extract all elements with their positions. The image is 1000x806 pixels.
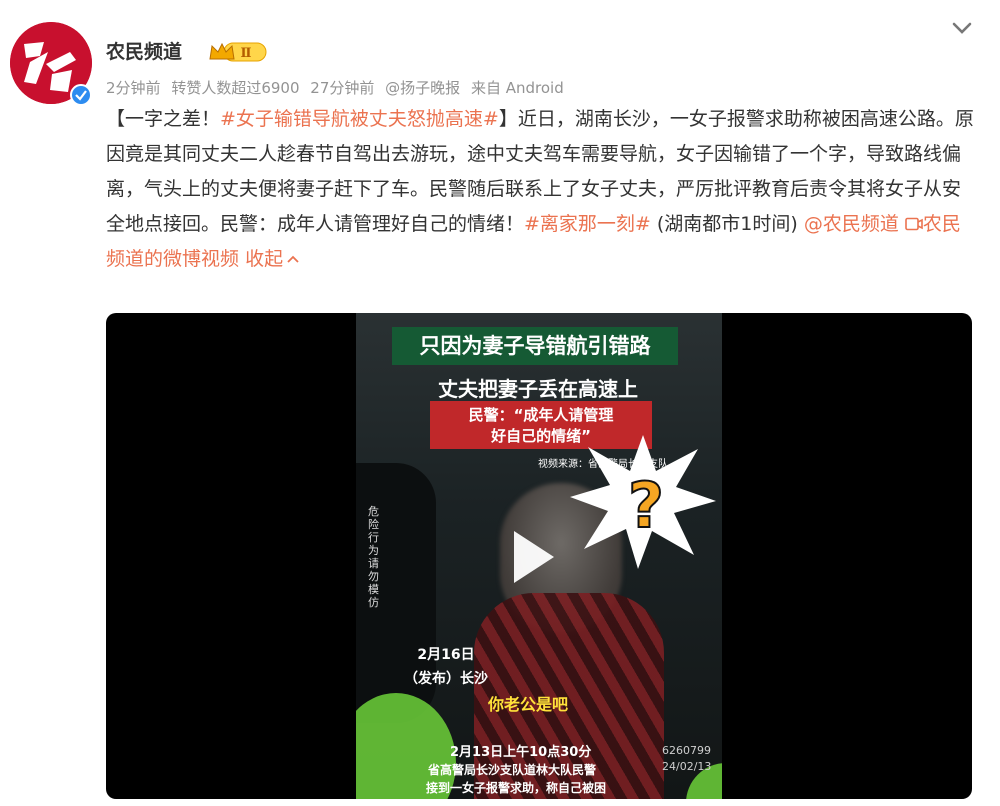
source-note: (湖南都市1时间)	[650, 213, 804, 235]
orig-author[interactable]: @扬子晚报	[385, 79, 460, 97]
question-burst-icon: ?	[570, 435, 716, 569]
stamp-line-2: 24/02/13	[662, 760, 712, 773]
warning-side-text: 危险行为 请勿模仿	[368, 505, 379, 609]
topic-link-2[interactable]: #离家那一刻#	[524, 213, 651, 235]
video-date-location: 2月16日 （发布）长沙	[404, 643, 488, 691]
collapse-link[interactable]: 收起	[245, 248, 300, 270]
chevron-down-icon[interactable]	[948, 14, 976, 42]
stamp-line-1: 6260799	[662, 744, 711, 757]
video-location: （发布）长沙	[404, 671, 488, 687]
caption-3-line-1: 民警：“成年人请管理	[468, 406, 614, 424]
subtitle-line-2: 省高警局长沙支队道林大队民警	[428, 763, 597, 777]
collapse-label: 收起	[245, 248, 284, 270]
play-icon[interactable]	[514, 531, 554, 583]
video-timestamp: 6260799 24/02/13	[662, 743, 711, 775]
video-player[interactable]: 危险行为 请勿模仿 只因为妻子导错航引错路 丈夫把妻子丢在高速上 民警：“成年人…	[106, 313, 972, 799]
subtitle-time: 2月13日上午10点30分	[450, 745, 592, 760]
mention-link[interactable]: @农民频道	[804, 213, 899, 235]
post-time[interactable]: 2分钟前	[106, 79, 161, 97]
author-name[interactable]: 农民频道	[106, 37, 182, 64]
video-dialogue: 你老公是吧	[488, 695, 569, 714]
video-date: 2月16日	[417, 647, 475, 663]
svg-text:Ⅱ: Ⅱ	[241, 46, 252, 61]
vip-badge-icon[interactable]: Ⅱ	[208, 40, 268, 64]
video-caption-1: 只因为妻子导错航引错路	[392, 327, 678, 365]
text-lead: 【一字之差！	[106, 108, 221, 130]
svg-text:?: ?	[628, 469, 664, 542]
orig-time[interactable]: 27分钟前	[310, 79, 374, 97]
video-camera-icon	[905, 217, 923, 231]
topic-link[interactable]: #女子输错导航被丈夫怒抛高速#	[220, 108, 499, 130]
chevron-up-icon	[287, 255, 299, 263]
subtitle-line-3: 接到一女子报警求助，称自己被困	[426, 781, 607, 795]
post-source: 来自 Android	[470, 79, 564, 97]
repost-count: 转赞人数超过6900	[171, 79, 300, 97]
post-meta: 2分钟前 转赞人数超过6900 27分钟前 @扬子晚报 来自 Android	[106, 77, 570, 98]
verified-badge-icon	[70, 84, 92, 106]
video-frame: 危险行为 请勿模仿 只因为妻子导错航引错路 丈夫把妻子丢在高速上 民警：“成年人…	[356, 313, 722, 799]
post-body: 【一字之差！#女子输错导航被丈夫怒抛高速#】近日，湖南长沙，一女子报警求助称被困…	[106, 102, 976, 277]
